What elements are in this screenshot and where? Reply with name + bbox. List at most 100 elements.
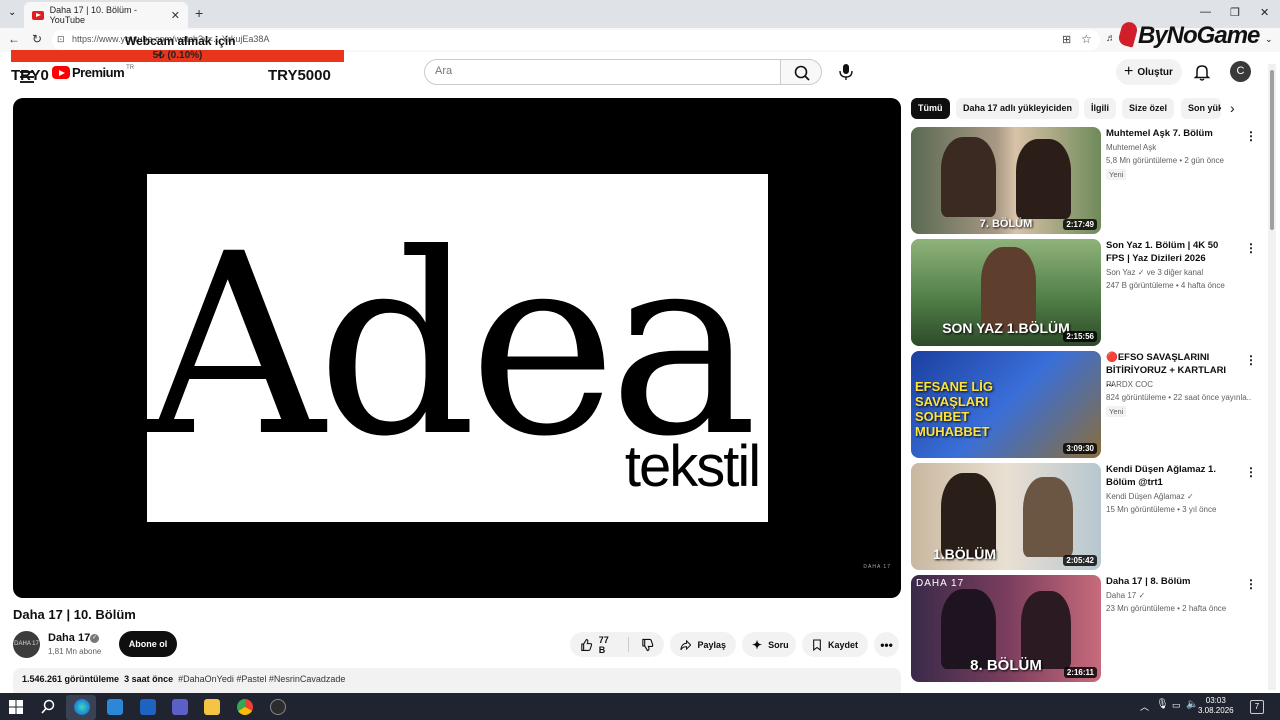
edge-browser-icon[interactable]	[74, 699, 90, 715]
video-duration: 2:15:56	[1063, 331, 1097, 342]
chrome-icon[interactable]	[237, 699, 253, 715]
recommendation-channel[interactable]: Daha 17 ✓	[1106, 591, 1145, 600]
browser-tab[interactable]: Daha 17 | 10. Bölüm - YouTube ✕	[24, 2, 188, 28]
video-thumbnail[interactable]: DAHA 17 8. BÖLÜM 2:16:11	[911, 575, 1101, 682]
video-thumbnail[interactable]: EFSANE LİG SAVAŞLARI SOHBET MUHABBET 3:0…	[911, 351, 1101, 458]
more-vertical-icon[interactable]: ⋮	[1245, 353, 1257, 367]
chip-all[interactable]: Tümü	[911, 98, 950, 119]
back-arrow-icon[interactable]: ←	[8, 32, 20, 46]
ask-label: Soru	[768, 639, 789, 650]
new-badge: Yeni	[1106, 406, 1127, 417]
file-explorer-icon[interactable]	[204, 699, 220, 715]
extension-icon[interactable]: ♬	[1106, 33, 1116, 44]
channel-watermark: DAHA 17	[863, 564, 891, 570]
chip-for-you[interactable]: Size özel	[1122, 98, 1175, 119]
more-vertical-icon[interactable]: ⋮	[1245, 465, 1257, 479]
tab-title: Daha 17 | 10. Bölüm - YouTube	[49, 5, 138, 25]
favorite-star-icon[interactable]: ☆	[1081, 32, 1092, 46]
logo-text: Premium	[72, 65, 125, 80]
microphone-tray-icon[interactable]: 🎙	[1156, 699, 1169, 710]
bynogame-flame-icon	[1117, 20, 1139, 48]
create-label: Oluştur	[1137, 66, 1173, 78]
search-button[interactable]	[780, 59, 822, 85]
subscribe-button[interactable]: Abone ol	[119, 631, 177, 657]
like-count: 77 B	[598, 634, 609, 655]
thumbs-down-icon[interactable]	[641, 638, 654, 652]
windows-start-icon[interactable]	[8, 699, 24, 715]
recommendation-channel[interactable]: PARDX COC	[1106, 380, 1153, 389]
more-vertical-icon[interactable]: ⋮	[1245, 241, 1257, 255]
recommendation-item[interactable]: EFSANE LİG SAVAŞLARI SOHBET MUHABBET 3:0…	[911, 351, 1261, 459]
chip-related[interactable]: İlgili	[1084, 98, 1116, 119]
obs-icon[interactable]	[270, 699, 286, 715]
network-icon[interactable]: ▭	[1172, 700, 1181, 711]
youtube-premium-logo[interactable]: Premium TR	[52, 65, 134, 80]
chevron-right-icon[interactable]: ›	[1230, 100, 1235, 116]
profile-chevron-icon[interactable]: ⌄	[1265, 34, 1273, 45]
more-vertical-icon[interactable]: ⋮	[1245, 577, 1257, 591]
outlook-icon[interactable]	[140, 699, 156, 715]
recommendation-title[interactable]: Muhtemel Aşk 7. Bölüm	[1106, 127, 1236, 140]
windows-taskbar	[0, 693, 1280, 720]
browser-titlebar	[0, 0, 1280, 28]
ask-button[interactable]: ✦ Soru	[742, 632, 796, 657]
teams-icon[interactable]	[172, 699, 188, 715]
volume-icon[interactable]: 🔈	[1186, 699, 1198, 710]
tray-chevron-icon[interactable]: ︿	[1140, 700, 1149, 713]
search-input[interactable]: Ara	[424, 59, 781, 85]
tab-close-icon[interactable]: ✕	[171, 9, 180, 22]
donation-goal-amount: TRY5000	[268, 67, 331, 84]
channel-name[interactable]: Daha 17	[48, 632, 90, 644]
channel-avatar[interactable]: DAHA 17	[13, 631, 40, 658]
notification-center-button[interactable]: 7	[1250, 700, 1264, 714]
more-vertical-icon[interactable]: ⋮	[1245, 129, 1257, 143]
recommendation-title[interactable]: Kendi Düşen Ağlamaz 1. Bölüm @trt1	[1106, 463, 1236, 489]
hashtags[interactable]: #DahaOnYedi #Pastel #NesrinCavadzade	[178, 674, 345, 684]
bell-icon	[1193, 65, 1211, 81]
new-tab-button[interactable]: +	[195, 5, 203, 21]
scrollbar-thumb[interactable]	[1270, 70, 1274, 230]
video-thumbnail[interactable]: 1.BÖLÜM 2:05:42	[911, 463, 1101, 570]
logo-region: TR	[126, 64, 135, 71]
recommendation-title[interactable]: Daha 17 | 8. Bölüm	[1106, 575, 1236, 588]
save-label: Kaydet	[827, 639, 858, 650]
recommendation-item[interactable]: SON YAZ 1.BÖLÜM 2:15:56 Son Yaz 1. Bölüm…	[911, 239, 1261, 347]
like-button[interactable]: 77 B	[580, 635, 616, 655]
upload-age: 3 saat önce	[124, 674, 174, 684]
reload-icon[interactable]: ↻	[32, 32, 42, 46]
video-thumbnail[interactable]: 7. BÖLÜM 2:17:49	[911, 127, 1101, 234]
plus-icon: +	[1124, 63, 1134, 80]
system-clock[interactable]: 03:03 3.08.2026	[1198, 696, 1234, 716]
search-icon[interactable]	[40, 699, 56, 715]
recommendation-meta: 23 Mn görüntüleme • 2 hafta önce	[1106, 604, 1227, 613]
video-thumbnail[interactable]: SON YAZ 1.BÖLÜM 2:15:56	[911, 239, 1101, 346]
maximize-button[interactable]: ❐	[1230, 6, 1240, 19]
minimize-button[interactable]: —	[1200, 6, 1211, 18]
voice-search-button[interactable]	[832, 59, 860, 85]
notifications-button[interactable]	[1192, 62, 1212, 82]
tab-list-chevron-icon[interactable]: ⌄	[8, 7, 16, 18]
video-player[interactable]: Adea tekstil DAHA 17	[13, 98, 901, 598]
store-icon[interactable]	[107, 699, 123, 715]
app-install-icon[interactable]: ⊞	[1062, 33, 1071, 46]
recommendation-channel[interactable]: Kendi Düşen Ağlamaz ✓	[1106, 492, 1194, 501]
account-avatar[interactable]: C	[1230, 61, 1251, 82]
save-button[interactable]: Kaydet	[802, 632, 868, 657]
recommendation-item[interactable]: 1.BÖLÜM 2:05:42 Kendi Düşen Ağlamaz 1. B…	[911, 463, 1261, 571]
recommendation-title[interactable]: Son Yaz 1. Bölüm | 4K 50 FPS | Yaz Dizil…	[1106, 239, 1236, 265]
recommendation-channel[interactable]: Son Yaz ✓ ve 3 diğer kanal	[1106, 268, 1203, 277]
chip-recently-uploaded[interactable]: Son yük	[1181, 98, 1221, 119]
create-button[interactable]: + Oluştur	[1116, 59, 1182, 85]
new-badge: Yeni	[1106, 169, 1127, 180]
site-info-icon[interactable]: ⊡	[57, 34, 65, 45]
chip-from-uploader[interactable]: Daha 17 adlı yükleyiciden	[956, 98, 1080, 119]
more-actions-button[interactable]: •••	[874, 632, 899, 657]
clock-time: 03:03	[1205, 696, 1226, 705]
recommendation-channel[interactable]: Muhtemel Aşk	[1106, 143, 1156, 152]
share-button[interactable]: Paylaş	[670, 632, 736, 657]
recommendation-meta: 5,8 Mn görüntüleme • 2 gün önce	[1106, 156, 1224, 165]
recommendation-item[interactable]: 7. BÖLÜM 2:17:49 Muhtemel Aşk 7. Bölüm M…	[911, 127, 1261, 235]
close-window-button[interactable]: ✕	[1260, 6, 1269, 19]
thumbnail-figure-left	[941, 137, 996, 217]
recommendation-item[interactable]: DAHA 17 8. BÖLÜM 2:16:11 Daha 17 | 8. Bö…	[911, 575, 1261, 683]
